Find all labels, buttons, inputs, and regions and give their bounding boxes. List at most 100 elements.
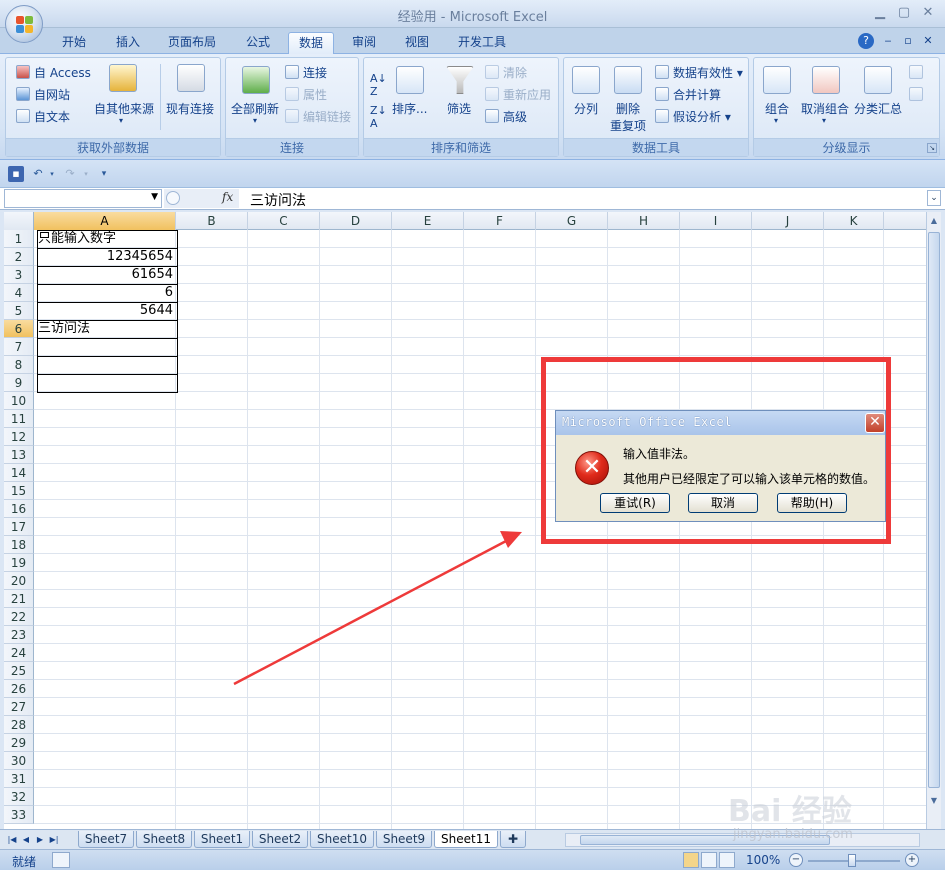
row-header-25[interactable]: 25 <box>4 662 34 680</box>
help-icon[interactable]: ? <box>858 33 874 49</box>
hide-detail-icon[interactable] <box>909 87 923 101</box>
insert-sheet-icon[interactable]: ✚ <box>500 831 526 848</box>
row-header-32[interactable]: 32 <box>4 788 34 806</box>
sheet-tab-active[interactable]: Sheet11 <box>434 831 498 848</box>
tab-view[interactable]: 视图 <box>393 32 441 54</box>
cell-a5[interactable]: 5644 <box>34 302 176 320</box>
tab-formulas[interactable]: 公式 <box>234 32 282 54</box>
zoom-out-icon[interactable]: − <box>789 853 803 867</box>
column-header-j[interactable]: J <box>752 212 824 230</box>
page-break-view-icon[interactable] <box>719 852 735 868</box>
from-access-button[interactable]: 自 Access <box>34 64 91 81</box>
consolidate-button[interactable]: 合并计算 <box>673 86 721 103</box>
first-sheet-icon[interactable]: |◀ <box>6 833 18 847</box>
redo-icon[interactable]: ↷ <box>62 166 78 182</box>
vertical-scrollbar[interactable]: ▲ ▼ <box>926 212 941 829</box>
undo-dropdown-icon[interactable]: ▾ <box>44 166 60 182</box>
filter-button[interactable]: 筛选 <box>447 100 471 117</box>
office-button[interactable] <box>5 5 43 43</box>
sort-button[interactable]: 排序... <box>392 100 427 117</box>
select-all-corner[interactable] <box>4 212 34 230</box>
row-header-8[interactable]: 8 <box>4 356 34 374</box>
row-header-12[interactable]: 12 <box>4 428 34 446</box>
sheet-tab[interactable]: Sheet10 <box>310 831 374 848</box>
row-header-6[interactable]: 6 <box>4 320 34 338</box>
sort-ascending-icon[interactable]: A↓ Z <box>370 72 387 98</box>
row-header-2[interactable]: 2 <box>4 248 34 266</box>
normal-view-icon[interactable] <box>683 852 699 868</box>
from-web-button[interactable]: 自网站 <box>34 86 70 103</box>
column-header-a[interactable]: A <box>34 212 176 230</box>
sheet-tab[interactable]: Sheet2 <box>252 831 308 848</box>
column-header-e[interactable]: E <box>392 212 464 230</box>
last-sheet-icon[interactable]: ▶| <box>48 833 60 847</box>
data-validation-button[interactable]: 数据有效性 ▾ <box>673 64 743 81</box>
name-box[interactable]: ▼ <box>4 189 162 208</box>
row-header-9[interactable]: 9 <box>4 374 34 392</box>
sheet-tab[interactable]: Sheet7 <box>78 831 134 848</box>
row-header-13[interactable]: 13 <box>4 446 34 464</box>
row-header-17[interactable]: 17 <box>4 518 34 536</box>
customize-toolbar-icon[interactable]: ▾ <box>96 166 112 182</box>
row-header-20[interactable]: 20 <box>4 572 34 590</box>
subtotal-button[interactable]: 分类汇总 <box>854 100 902 117</box>
maximize-button[interactable]: ▢ <box>893 4 915 22</box>
row-header-1[interactable]: 1 <box>4 230 34 248</box>
column-header-b[interactable]: B <box>176 212 248 230</box>
row-header-3[interactable]: 3 <box>4 266 34 284</box>
from-other-sources-button[interactable]: 自其他来源 <box>94 100 154 117</box>
reapply-button[interactable]: 重新应用 <box>503 86 551 103</box>
minimize-button[interactable]: ▁ <box>869 4 891 22</box>
row-header-31[interactable]: 31 <box>4 770 34 788</box>
row-header-10[interactable]: 10 <box>4 392 34 410</box>
cell-a1[interactable]: 只能输入数字 <box>38 230 116 248</box>
row-header-29[interactable]: 29 <box>4 734 34 752</box>
existing-connections-button[interactable]: 现有连接 <box>166 100 214 117</box>
save-icon[interactable]: ▪ <box>8 166 24 182</box>
scroll-up-icon[interactable]: ▲ <box>928 214 940 228</box>
scroll-down-icon[interactable]: ▼ <box>928 794 940 808</box>
dialog-launcher-icon[interactable]: ↘ <box>927 143 937 153</box>
row-header-26[interactable]: 26 <box>4 680 34 698</box>
redo-dropdown-icon[interactable]: ▾ <box>78 166 94 182</box>
properties-button[interactable]: 属性 <box>303 86 327 103</box>
sort-descending-icon[interactable]: Z↓ A <box>370 104 387 130</box>
column-header-c[interactable]: C <box>248 212 320 230</box>
sheet-tab[interactable]: Sheet9 <box>376 831 432 848</box>
refresh-all-button[interactable]: 全部刷新 <box>231 100 279 117</box>
row-header-16[interactable]: 16 <box>4 500 34 518</box>
column-header-d[interactable]: D <box>320 212 392 230</box>
ribbon-restore-icon[interactable]: ▫ <box>900 33 916 49</box>
column-header-i[interactable]: I <box>680 212 752 230</box>
row-header-24[interactable]: 24 <box>4 644 34 662</box>
formula-input[interactable]: 三访问法 <box>250 190 306 210</box>
remove-duplicates-label-2[interactable]: 重复项 <box>610 117 646 134</box>
remove-duplicates-button[interactable]: 删除 <box>616 100 640 117</box>
advanced-button[interactable]: 高级 <box>503 108 527 125</box>
cell-a4[interactable]: 6 <box>34 284 176 302</box>
macro-record-icon[interactable] <box>52 852 70 868</box>
row-header-15[interactable]: 15 <box>4 482 34 500</box>
chevron-down-icon[interactable]: ▼ <box>151 192 158 202</box>
show-detail-icon[interactable] <box>909 65 923 79</box>
connections-button[interactable]: 连接 <box>303 64 327 81</box>
ribbon-minimize-icon[interactable]: ‒ <box>880 33 896 49</box>
cell-a3[interactable]: 61654 <box>34 266 176 284</box>
expand-circle-icon[interactable] <box>166 191 180 205</box>
row-header-33[interactable]: 33 <box>4 806 34 824</box>
from-text-button[interactable]: 自文本 <box>34 108 70 125</box>
row-header-4[interactable]: 4 <box>4 284 34 302</box>
text-to-columns-button[interactable]: 分列 <box>574 100 598 117</box>
sheet-tab[interactable]: Sheet1 <box>194 831 250 848</box>
ungroup-button[interactable]: 取消组合 <box>801 100 849 117</box>
row-header-11[interactable]: 11 <box>4 410 34 428</box>
cell-a6[interactable]: 三访问法 <box>38 320 90 338</box>
tab-data[interactable]: 数据 <box>288 32 334 54</box>
row-header-22[interactable]: 22 <box>4 608 34 626</box>
page-layout-view-icon[interactable] <box>701 852 717 868</box>
cell-a2[interactable]: 12345654 <box>34 248 176 266</box>
sheet-tab[interactable]: Sheet8 <box>136 831 192 848</box>
row-header-19[interactable]: 19 <box>4 554 34 572</box>
row-header-27[interactable]: 27 <box>4 698 34 716</box>
group-button[interactable]: 组合 <box>765 100 789 117</box>
